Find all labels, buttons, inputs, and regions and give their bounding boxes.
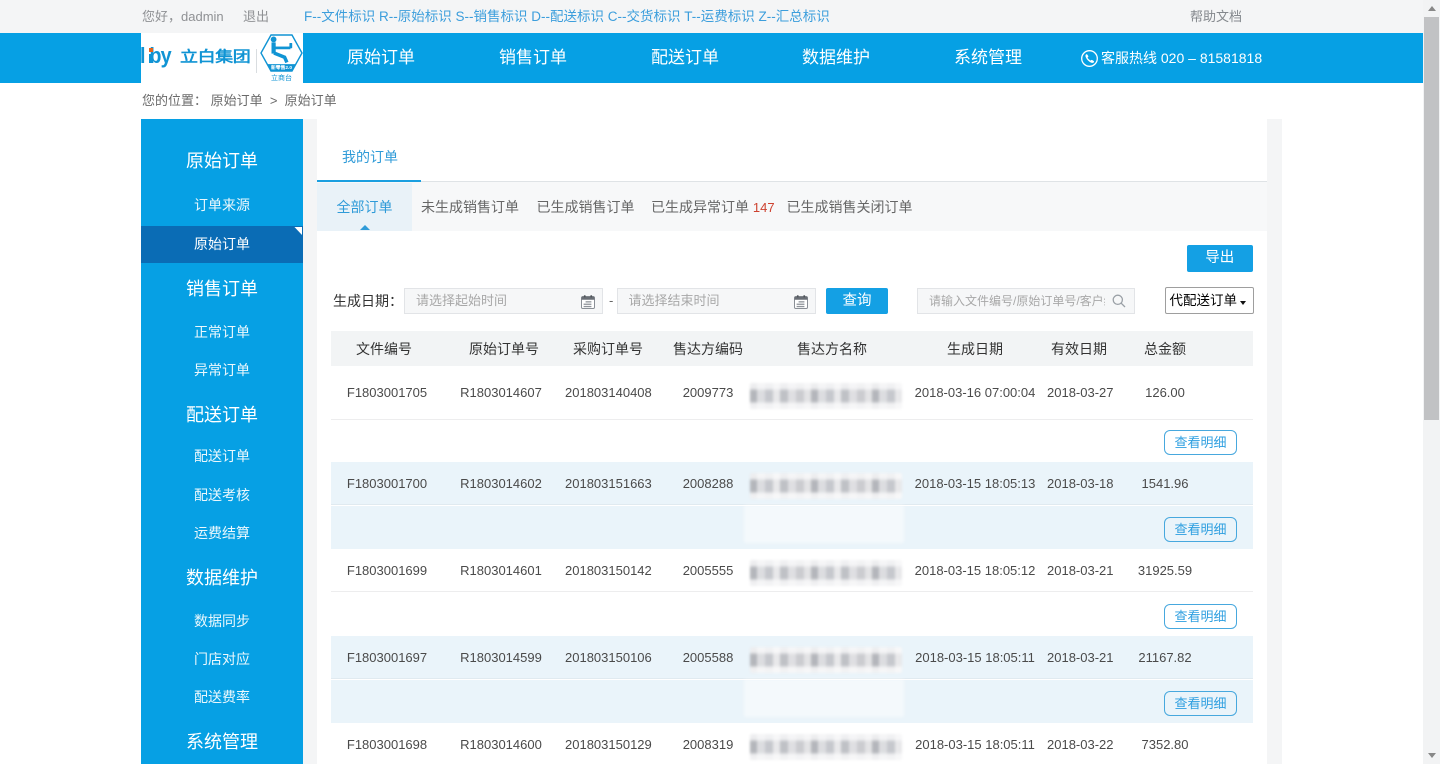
svg-text:新零售2.0: 新零售2.0 <box>271 64 292 71</box>
svg-text:立商台: 立商台 <box>271 73 292 81</box>
